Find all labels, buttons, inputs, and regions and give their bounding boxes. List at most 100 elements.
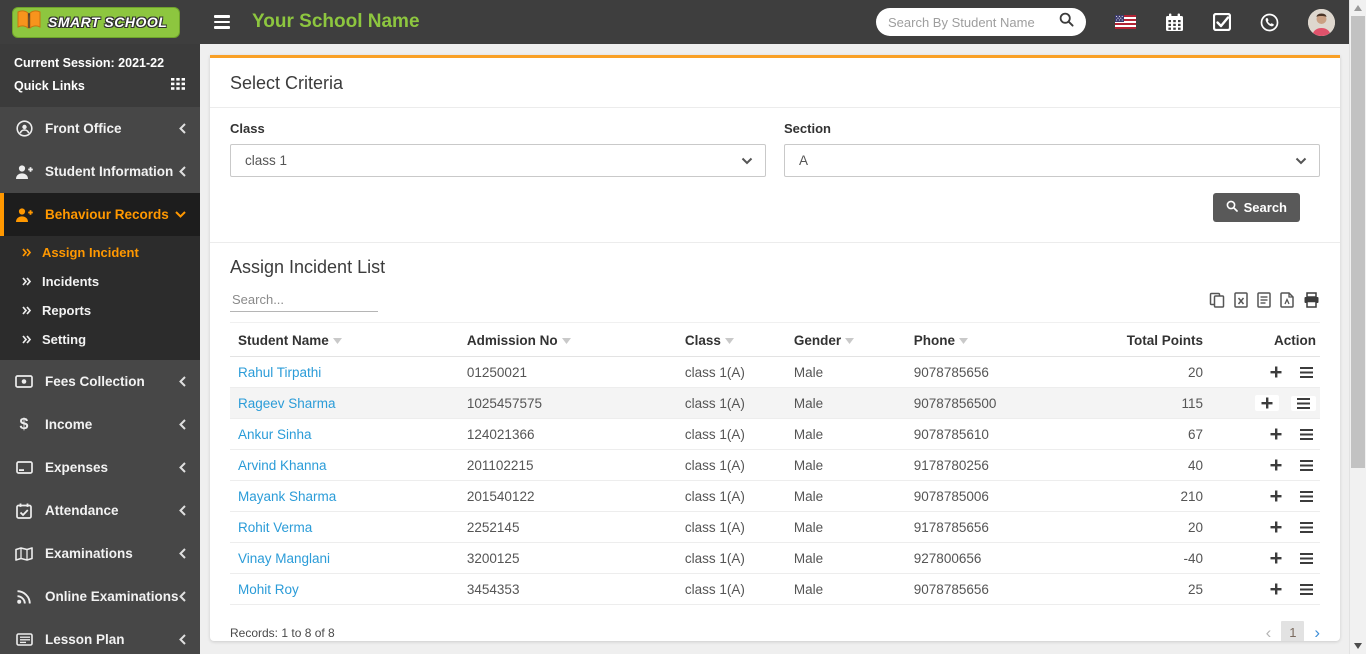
pdf-icon[interactable] (1280, 292, 1294, 308)
add-incident-icon[interactable] (1267, 550, 1285, 566)
student-search-input[interactable] (888, 15, 1053, 30)
csv-icon[interactable] (1257, 292, 1271, 308)
incident-list-icon[interactable] (1297, 520, 1316, 535)
table-row: Vinay Manglani 3200125 class 1(A) Male 9… (230, 543, 1320, 574)
app-logo[interactable]: SMART SCHOOL (12, 7, 180, 38)
incident-list-icon[interactable] (1297, 582, 1316, 597)
select-criteria-title: Select Criteria (210, 58, 1340, 108)
sort-icon (959, 332, 968, 347)
scroll-up-icon[interactable] (1354, 5, 1362, 11)
scroll-down-icon[interactable] (1354, 643, 1362, 649)
scrollbar-thumb[interactable] (1351, 16, 1365, 468)
col-gender[interactable]: Gender (786, 323, 906, 357)
pagination-next[interactable]: › (1314, 624, 1320, 641)
top-navbar: SMART SCHOOL Your School Name (0, 0, 1349, 44)
us-flag-icon[interactable] (1115, 15, 1136, 29)
gender-cell: Male (786, 388, 906, 419)
section-select[interactable]: A (784, 144, 1320, 177)
sidebar-item-income[interactable]: $ Income (0, 403, 200, 446)
criteria-form: Class class 1 Section A S (210, 108, 1340, 242)
submenu-item-incidents[interactable]: Incidents (0, 267, 200, 296)
add-incident-icon[interactable] (1267, 426, 1285, 442)
sidebar-item-label: Student Information (45, 164, 173, 179)
sort-icon (562, 332, 571, 347)
add-incident-icon[interactable] (1255, 395, 1279, 411)
submenu-item-label: Assign Incident (42, 245, 139, 260)
admission-no-cell: 3200125 (459, 543, 677, 574)
sidebar-item-attendance[interactable]: Attendance (0, 489, 200, 532)
calendar-icon[interactable] (1165, 13, 1184, 32)
incident-list-icon[interactable] (1297, 365, 1316, 380)
add-incident-icon[interactable] (1267, 488, 1285, 504)
add-incident-icon[interactable] (1267, 581, 1285, 597)
records-count: Records: 1 to 8 of 8 (230, 626, 335, 640)
phone-cell: 9078785656 (906, 574, 1048, 605)
whatsapp-icon[interactable] (1260, 13, 1279, 32)
gender-cell: Male (786, 419, 906, 450)
search-icon (1226, 200, 1238, 215)
admission-no-cell: 3454353 (459, 574, 677, 605)
col-class[interactable]: Class (677, 323, 786, 357)
col-admission-no[interactable]: Admission No (459, 323, 677, 357)
sidebar-item-fees-collection[interactable]: Fees Collection (0, 360, 200, 403)
student-name-link[interactable]: Mohit Roy (230, 574, 459, 605)
double-arrow-icon (22, 332, 32, 347)
pagination-page-1[interactable]: 1 (1281, 621, 1304, 641)
student-name-link[interactable]: Mayank Sharma (230, 481, 459, 512)
submenu-item-setting[interactable]: Setting (0, 325, 200, 354)
avatar[interactable] (1308, 9, 1335, 36)
copy-icon[interactable] (1209, 292, 1225, 308)
col-phone[interactable]: Phone (906, 323, 1048, 357)
export-toolbar (1209, 292, 1320, 312)
sort-icon (725, 332, 734, 347)
submenu-item-assign-incident[interactable]: Assign Incident (0, 238, 200, 267)
incident-list-icon[interactable] (1291, 396, 1316, 411)
add-incident-icon[interactable] (1267, 457, 1285, 473)
student-plus-icon (14, 164, 34, 180)
student-search-box[interactable] (876, 8, 1086, 36)
vertical-scrollbar[interactable] (1349, 0, 1366, 654)
incident-list-icon[interactable] (1297, 458, 1316, 473)
total-points-cell: 20 (1047, 357, 1211, 388)
admission-no-cell: 201102215 (459, 450, 677, 481)
col-student-name[interactable]: Student Name (230, 323, 459, 357)
sidebar-item-student-information[interactable]: Student Information (0, 150, 200, 193)
pagination-prev[interactable]: ‹ (1266, 624, 1272, 641)
sidebar-item-online-examinations[interactable]: Online Examinations (0, 575, 200, 618)
student-name-link[interactable]: Rahul Tirpathi (230, 357, 459, 388)
submenu-item-label: Incidents (42, 274, 99, 289)
total-points-cell: 67 (1047, 419, 1211, 450)
add-incident-icon[interactable] (1267, 364, 1285, 380)
table-footer: Records: 1 to 8 of 8 ‹ 1 › (210, 605, 1340, 641)
incident-list-icon[interactable] (1297, 551, 1316, 566)
sidebar-item-lesson-plan[interactable]: Lesson Plan (0, 618, 200, 654)
sidebar-item-expenses[interactable]: Expenses (0, 446, 200, 489)
table-row: Rohit Verma 2252145 class 1(A) Male 9178… (230, 512, 1320, 543)
grid-icon[interactable] (171, 77, 186, 95)
student-name-link[interactable]: Arvind Khanna (230, 450, 459, 481)
sidebar-item-front-office[interactable]: Front Office (0, 107, 200, 150)
excel-icon[interactable] (1234, 292, 1248, 308)
student-name-link[interactable]: Rohit Verma (230, 512, 459, 543)
navbar-right (876, 8, 1349, 36)
content-card: Select Criteria Class class 1 Section A (210, 55, 1340, 641)
student-name-link[interactable]: Vinay Manglani (230, 543, 459, 574)
chevron-down-icon (1295, 153, 1307, 168)
incident-list-icon[interactable] (1297, 427, 1316, 442)
table-search-input[interactable] (230, 288, 378, 312)
student-name-link[interactable]: Ankur Sinha (230, 419, 459, 450)
add-incident-icon[interactable] (1267, 519, 1285, 535)
incident-list-icon[interactable] (1297, 489, 1316, 504)
submenu-item-reports[interactable]: Reports (0, 296, 200, 325)
search-button[interactable]: Search (1213, 193, 1300, 222)
tasks-icon[interactable] (1213, 13, 1231, 31)
chevron-left-icon (179, 634, 186, 645)
print-icon[interactable] (1303, 292, 1320, 308)
student-name-link[interactable]: Rageev Sharma (230, 388, 459, 419)
sidebar-item-behaviour-records[interactable]: Behaviour Records (0, 193, 200, 236)
sidebar-item-examinations[interactable]: Examinations (0, 532, 200, 575)
class-select[interactable]: class 1 (230, 144, 766, 177)
col-total-points[interactable]: Total Points (1047, 323, 1211, 357)
search-icon[interactable] (1059, 12, 1074, 32)
hamburger-icon[interactable] (214, 15, 230, 29)
